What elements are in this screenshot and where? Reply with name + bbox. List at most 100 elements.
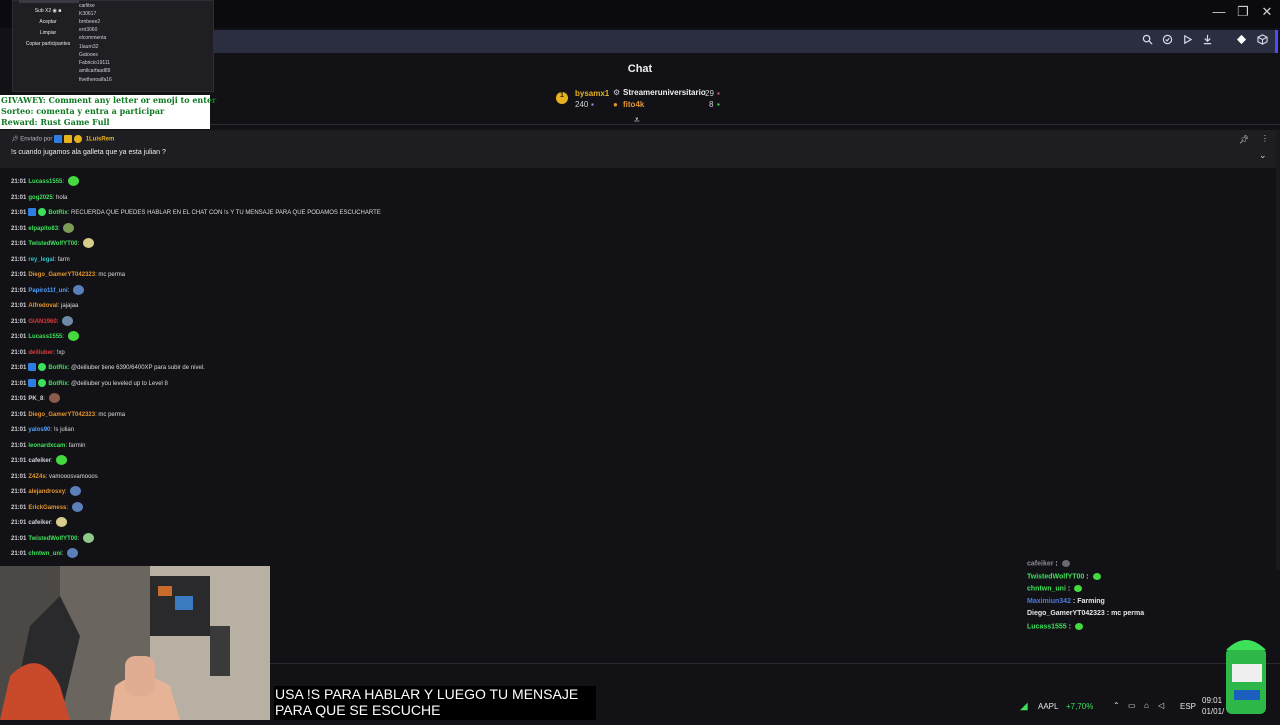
message-username[interactable]: gog2025 [28,195,52,201]
gifter-2-count: 29 [705,89,714,98]
clock-date[interactable]: 01/01/ [1202,707,1224,716]
participant: fivetheroalfa16 [79,77,112,83]
panel-header [19,0,79,3]
chevron-down-icon[interactable]: ⌄ [1259,150,1267,161]
gift-icon: ▪ [591,100,594,109]
gifter-1-count: 240 [575,100,589,109]
network-icon[interactable]: ▭ [1128,701,1136,710]
volume-icon[interactable]: ◁ [1158,701,1164,710]
emote-icon [73,284,85,295]
gear-badge-icon: ⚙ [613,88,621,97]
restore-button[interactable]: ❐ [1231,4,1255,20]
separator: : [58,225,62,232]
wifi-icon[interactable]: ⌂ [1144,701,1149,710]
participant: elcommenta [79,35,107,41]
emote-icon [67,548,79,559]
message-text: @deiliuber tiene 6390/6400XP para subir … [71,365,205,371]
participant: erri3060 [79,27,98,33]
message-username[interactable]: cafeiker [28,520,51,526]
message-username[interactable]: chntwn_uni [28,551,61,557]
giveaway-line-2: Sorteo: comenta y entra a participar [1,106,165,116]
pinned-user[interactable]: 1LuisRem [86,137,115,143]
message-username[interactable]: TwistedWolfYT00 [28,241,77,247]
message-username[interactable]: cafeiker [28,458,51,464]
chat-message: 21:01 Lucass1555: [11,176,79,188]
message-username[interactable]: TwistedWolfYT00 [28,536,77,542]
message-username[interactable]: Lucass1555 [28,179,62,185]
message-username[interactable]: GIAN1960 [28,319,56,325]
chart-up-icon: ◢ [1020,701,1028,712]
chevron-up-icon[interactable]: ⌃ [1113,701,1120,710]
clear-button[interactable]: Limpiar [17,28,79,38]
message-username[interactable]: elpapito83 [28,226,58,232]
message-username[interactable]: PK_8 [28,396,43,402]
message-username[interactable]: leonardxcam [28,443,65,449]
chat-message: 21:01 GIAN1960: [11,315,74,328]
message-username[interactable]: ErickGamess [28,505,66,511]
emote-icon [71,501,83,512]
ticker-symbol[interactable]: AAPL [1038,702,1058,711]
message-timestamp: 21:01 [11,427,27,433]
crown-badge-icon [64,135,72,143]
message-username[interactable]: deiliuber [28,350,53,356]
search-icon[interactable] [1140,34,1154,48]
minimize-button[interactable]: — [1207,4,1231,19]
chat-message: 21:01 ErickGamess: [11,501,83,514]
gifter-1-name[interactable]: bysamx1 [575,89,609,98]
emote-icon [63,222,75,233]
message-username[interactable]: Diego_GamerYT042323 [28,272,95,278]
gifter-2-name[interactable]: Streameruniversitario [623,88,706,97]
message-timestamp: 21:01 [11,272,27,278]
message-username[interactable]: rey_legal [28,257,54,263]
language-indicator[interactable]: ESP [1180,702,1196,711]
sub-multiplier[interactable]: Sub X2 ◉ ■ [17,6,79,16]
message-text: farm [57,256,70,263]
separator: : [77,535,81,542]
message-username[interactable]: yalos90 [28,427,50,433]
copy-participants-button[interactable]: Copiar participantes [17,39,79,49]
message-username[interactable]: alejandrosxy [28,489,65,495]
shield-icon[interactable] [1160,34,1174,48]
overlay-text: mc perma [1111,610,1145,617]
message-timestamp: 21:01 [11,489,27,495]
separator: : [1066,622,1073,630]
message-timestamp: 21:01 [11,520,27,526]
chat-message: 21:01 Diego_GamerYT042323: mc perma [11,409,125,421]
overlay-message: Diego_GamerYT042323 : mc perma [1027,610,1144,617]
gem-icon[interactable] [1234,34,1248,48]
giveaway-line-1: GIVAWEY: Comment any letter or emoji to … [1,95,217,105]
more-options-icon[interactable]: ⋮ [1261,134,1269,143]
message-username[interactable]: Papiro11f_uni [28,288,67,294]
message-username[interactable]: BotRix [48,210,67,216]
message-username[interactable]: Alfredoval [28,303,57,309]
overlay-username: Maximiun342 [1027,597,1071,605]
play-icon[interactable] [1180,34,1194,48]
pin-icon[interactable]: 📌︎ [1239,135,1249,144]
gift-icon: ▪ [717,89,720,98]
clock-time[interactable]: 09:01 [1202,696,1222,705]
message-username[interactable]: BotRix [48,365,67,371]
gifter-3-name[interactable]: fito4k [623,100,644,109]
separator: : [1053,560,1060,568]
chat-message: 21:01 BotRix: RECUERDA QUE PUEDES HABLAR … [11,207,381,219]
message-username[interactable]: BotRix [48,381,67,387]
message-timestamp: 21:01 [11,365,27,371]
download-icon[interactable] [1200,34,1214,48]
close-button[interactable]: ✕ [1255,4,1279,20]
scrollbar[interactable] [1276,130,1280,570]
giveaway-line-3: Reward: Rust Game Full [1,117,110,127]
separator: : [67,287,72,294]
overlay-message: chntwn_uni : [1027,585,1083,592]
message-username[interactable]: Diego_GamerYT042323 [28,412,95,418]
message-timestamp: 21:01 [11,256,27,263]
subtitle-box: USA !S PARA HABLAR Y LUEGO TU MENSAJE PA… [274,686,596,720]
bot-badge-icon [28,363,37,372]
cube-icon[interactable] [1255,34,1269,48]
message-username[interactable]: Lucass1555 [28,334,62,340]
chat-message: 21:01 chntwn_uni: [11,548,79,560]
separator: : [62,334,66,340]
giveaway-banner: GIVAWEY: Comment any letter or emoji to … [0,95,217,129]
ticker-change: +7,70% [1066,702,1094,711]
message-username[interactable]: Z4Z4s [28,474,45,480]
accept-button[interactable]: Aceptar [17,17,79,27]
